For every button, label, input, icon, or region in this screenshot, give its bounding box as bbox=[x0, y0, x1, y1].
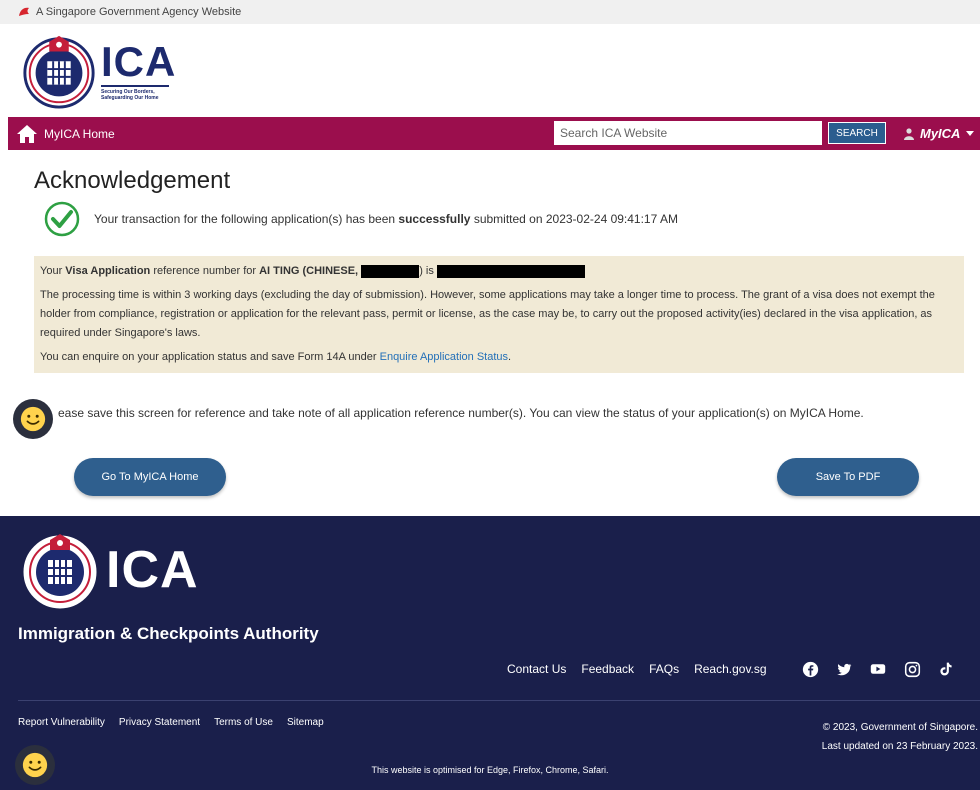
application-info-box: Your Visa Application reference number f… bbox=[34, 256, 964, 373]
myica-account-label: MyICA bbox=[920, 126, 961, 141]
myica-home-label: MyICA Home bbox=[44, 126, 115, 141]
success-bold: successfully bbox=[398, 212, 471, 226]
visa-prefix: Your bbox=[40, 265, 63, 277]
footer-link-report-vulnerability[interactable]: Report Vulnerability bbox=[18, 717, 105, 728]
footer-link-privacy-statement[interactable]: Privacy Statement bbox=[119, 717, 200, 728]
user-icon bbox=[904, 127, 914, 140]
applicant-name: AI TING (CHINESE, bbox=[259, 265, 359, 277]
redacted-reference-number bbox=[436, 264, 585, 278]
footer-link-feedback[interactable]: Feedback bbox=[581, 662, 634, 676]
site-footer: ICA Immigration & Checkpoints Authority … bbox=[0, 516, 980, 790]
social-links bbox=[800, 659, 970, 679]
redacted-id bbox=[361, 264, 420, 278]
visa-reference-line: Your Visa Application reference number f… bbox=[40, 262, 958, 281]
myica-home-link[interactable]: MyICA Home bbox=[16, 117, 115, 150]
ica-emblem-icon bbox=[23, 534, 97, 609]
twitter-icon[interactable] bbox=[834, 659, 854, 679]
site-header: ICA Securing Our Borders, Safeguarding O… bbox=[0, 24, 980, 117]
home-icon bbox=[17, 124, 37, 143]
myica-account-menu[interactable]: MyICA bbox=[904, 117, 975, 150]
footer-bottom-links: Report Vulnerability Privacy Statement T… bbox=[18, 717, 338, 728]
ica-logo[interactable]: ICA Securing Our Borders, Safeguarding O… bbox=[20, 32, 176, 110]
footer-logo-wordmark: ICA bbox=[106, 541, 199, 599]
logo-tagline-2: Safeguarding Our Home bbox=[101, 95, 159, 101]
page-title: Acknowledgement bbox=[34, 167, 231, 194]
footer-logo[interactable]: ICA bbox=[20, 530, 199, 610]
main-nav-bar: MyICA Home SEARCH MyICA bbox=[8, 117, 980, 150]
enquire-prefix: You can enquire on your application stat… bbox=[40, 351, 377, 363]
footer-link-contact-us[interactable]: Contact Us bbox=[507, 662, 566, 676]
footer-link-terms-of-use[interactable]: Terms of Use bbox=[214, 717, 273, 728]
footer-link-faqs[interactable]: FAQs bbox=[649, 662, 679, 676]
success-message: Your transaction for the following appli… bbox=[44, 201, 944, 237]
logo-rule bbox=[101, 85, 169, 87]
facebook-icon[interactable] bbox=[800, 659, 820, 679]
footer-link-sitemap[interactable]: Sitemap bbox=[287, 717, 324, 728]
footer-divider bbox=[18, 700, 980, 701]
gov-masthead: A Singapore Government Agency Website bbox=[0, 0, 980, 24]
ica-emblem-icon bbox=[23, 35, 95, 109]
instagram-icon[interactable] bbox=[902, 659, 922, 679]
browser-support-note: This website is optimised for Edge, Fire… bbox=[371, 765, 609, 775]
feedback-smiley-button[interactable] bbox=[15, 745, 55, 785]
logo-wordmark: ICA bbox=[101, 38, 177, 85]
visa-close: ) is bbox=[419, 265, 434, 277]
youtube-icon[interactable] bbox=[868, 659, 888, 679]
copyright-text: © 2023, Government of Singapore. bbox=[822, 722, 978, 733]
copyright-block: © 2023, Government of Singapore. Last up… bbox=[822, 718, 978, 756]
feedback-smiley-button[interactable] bbox=[13, 399, 53, 439]
visa-mid: reference number for bbox=[153, 265, 257, 277]
save-screen-note: ease save this screen for reference and … bbox=[58, 406, 864, 420]
go-to-myica-home-button[interactable]: Go To MyICA Home bbox=[74, 458, 226, 496]
processing-time-text: The processing time is within 3 working … bbox=[40, 289, 935, 339]
lion-head-icon bbox=[19, 7, 29, 16]
tiktok-icon[interactable] bbox=[936, 659, 956, 679]
success-check-icon bbox=[44, 201, 80, 237]
footer-links: Contact Us Feedback FAQs Reach.gov.sg bbox=[507, 662, 782, 676]
enquire-line: You can enquire on your application stat… bbox=[40, 348, 958, 367]
footer-org-name: Immigration & Checkpoints Authority bbox=[18, 624, 319, 643]
last-updated-text: Last updated on 23 February 2023. bbox=[821, 741, 978, 752]
caret-down-icon bbox=[966, 131, 975, 136]
search-button[interactable]: SEARCH bbox=[828, 122, 886, 144]
smiley-face-icon bbox=[22, 752, 48, 778]
success-prefix: Your transaction for the following appli… bbox=[94, 212, 396, 226]
smiley-face-icon bbox=[20, 406, 46, 432]
enquire-application-status-link[interactable]: Enquire Application Status bbox=[380, 351, 508, 363]
success-suffix: submitted on 2023-02-24 09:41:17 AM bbox=[473, 212, 678, 226]
enquire-suffix: . bbox=[508, 351, 512, 363]
search-input[interactable] bbox=[554, 121, 822, 145]
gov-masthead-text: A Singapore Government Agency Website bbox=[36, 6, 242, 18]
save-to-pdf-button[interactable]: Save To PDF bbox=[777, 458, 919, 496]
footer-link-reach[interactable]: Reach.gov.sg bbox=[694, 662, 767, 676]
visa-app-type: Visa Application bbox=[65, 265, 151, 277]
